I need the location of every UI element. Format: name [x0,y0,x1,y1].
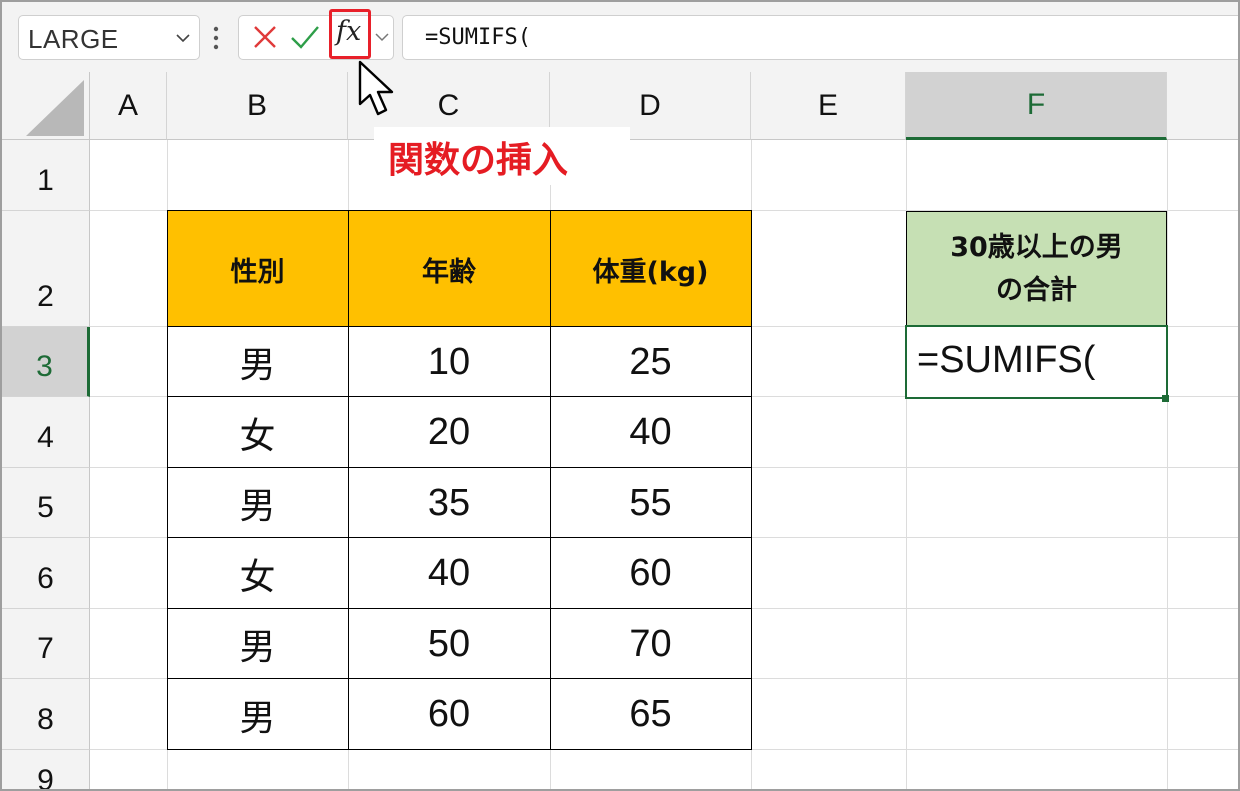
spreadsheet-window: LARGE fx =SUMIFS( A B C D E F 1 2 3 4 5 … [0,0,1240,791]
header-cell-gender[interactable]: 性別 [167,211,348,327]
row-header-3[interactable]: 3 [2,327,90,397]
table-border [550,210,551,750]
summary-label-line2: の合計 [995,275,1077,306]
insert-function-icon[interactable]: fx [336,16,361,47]
table-border [167,467,752,468]
mouse-cursor-icon [358,60,394,116]
table-cell[interactable]: 65 [550,679,751,750]
table-cell[interactable]: 女 [167,397,348,468]
table-border [167,678,752,679]
column-header-e[interactable]: E [751,72,906,140]
table-border [167,210,752,211]
name-box-value: LARGE [28,24,119,54]
table-border [167,608,752,609]
table-cell[interactable]: 女 [167,538,348,609]
more-options-icon[interactable] [210,23,222,53]
active-cell-f3[interactable]: =SUMIFS( [905,325,1168,399]
summary-label-cell[interactable]: 30歳以上の男 の合計 [906,211,1167,327]
summary-label-line1: 30歳以上の男 [950,232,1123,263]
table-cell[interactable]: 70 [550,609,751,679]
column-header-g[interactable] [1167,72,1238,140]
grid-line [1167,140,1168,789]
table-cell[interactable]: 男 [167,327,348,397]
table-cell[interactable]: 男 [167,468,348,538]
header-cell-weight[interactable]: 体重(kg) [550,211,751,327]
row-header-2[interactable]: 2 [2,211,90,327]
active-cell-value: =SUMIFS( [917,339,1096,381]
name-box[interactable]: LARGE [18,15,200,60]
row-header-9[interactable]: 9 [2,750,90,789]
fill-handle[interactable] [1162,395,1169,402]
table-border [167,210,168,750]
table-cell[interactable]: 25 [550,327,751,397]
table-border [751,210,752,750]
table-cell[interactable]: 40 [348,538,550,609]
table-cell[interactable]: 60 [550,538,751,609]
table-border [167,537,752,538]
table-cell[interactable]: 55 [550,468,751,538]
column-header-b[interactable]: B [167,72,348,140]
select-all-corner[interactable] [2,72,90,140]
annotation-callout: 関数の挿入 [374,127,630,185]
table-cell[interactable]: 20 [348,397,550,468]
row-header-8[interactable]: 8 [2,679,90,750]
row-header-5[interactable]: 5 [2,468,90,538]
enter-check-icon[interactable] [290,24,320,50]
table-border [167,326,752,327]
row-header-4[interactable]: 4 [2,397,90,468]
row-header-6[interactable]: 6 [2,538,90,609]
chevron-down-icon[interactable] [175,30,191,46]
table-cell[interactable]: 40 [550,397,751,468]
row-header-7[interactable]: 7 [2,609,90,679]
cancel-icon[interactable] [252,24,278,50]
formula-input[interactable]: =SUMIFS( [402,15,1238,60]
header-cell-age[interactable]: 年齢 [348,211,550,327]
table-border [167,749,752,750]
column-header-f[interactable]: F [906,72,1167,140]
table-cell[interactable]: 男 [167,679,348,750]
table-cell[interactable]: 60 [348,679,550,750]
table-border [167,396,752,397]
table-cell[interactable]: 35 [348,468,550,538]
column-header-a[interactable]: A [90,72,167,140]
select-all-icon [26,80,84,136]
annotation-text: 関数の挿入 [388,140,569,181]
table-border [348,210,349,750]
formula-text: =SUMIFS( [425,25,531,50]
row-header-1[interactable]: 1 [2,140,90,211]
table-cell[interactable]: 10 [348,327,550,397]
chevron-down-icon[interactable] [374,29,390,45]
table-cell[interactable]: 男 [167,609,348,679]
table-cell[interactable]: 50 [348,609,550,679]
